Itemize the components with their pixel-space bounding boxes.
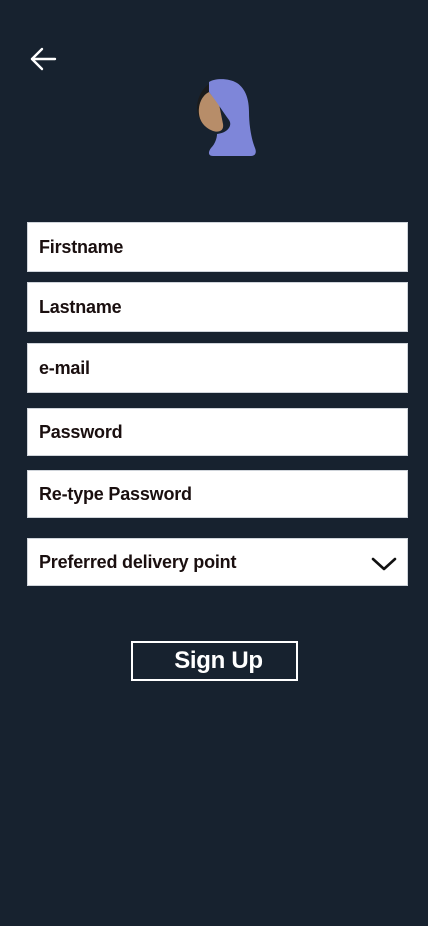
avatar xyxy=(193,78,261,158)
firstname-field[interactable] xyxy=(27,222,408,272)
delivery-point-select[interactable]: Preferred delivery point xyxy=(27,538,408,586)
retype-password-field[interactable] xyxy=(27,470,408,518)
retype-password-input[interactable] xyxy=(39,471,407,517)
email-field[interactable] xyxy=(27,343,408,393)
back-button[interactable] xyxy=(28,44,60,76)
password-input[interactable] xyxy=(39,409,407,455)
signup-button[interactable]: Sign Up xyxy=(131,641,298,681)
arrow-left-icon xyxy=(30,47,57,71)
chevron-down-icon xyxy=(371,557,397,571)
lastname-field[interactable] xyxy=(27,282,408,332)
hijab-person-icon xyxy=(197,79,256,156)
firstname-input[interactable] xyxy=(39,223,407,271)
delivery-point-label: Preferred delivery point xyxy=(39,552,237,572)
password-field[interactable] xyxy=(27,408,408,456)
email-input[interactable] xyxy=(39,344,407,392)
lastname-input[interactable] xyxy=(39,283,407,331)
